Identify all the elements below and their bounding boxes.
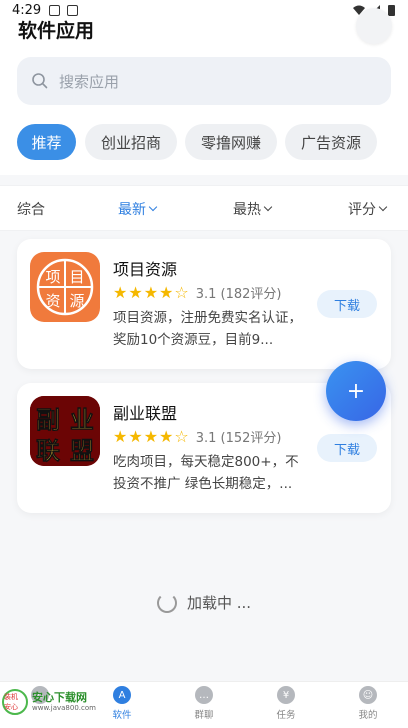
star-icon: ★ bbox=[128, 282, 143, 302]
icon-char: 盟 bbox=[70, 436, 94, 465]
rating: ★ ★ ★ ★ ☆ 3.1 (182评分) bbox=[113, 283, 281, 302]
nav-item-apps[interactable]: A 软件 bbox=[92, 686, 152, 721]
notification-icon bbox=[67, 5, 78, 16]
search-input[interactable]: 搜索应用 bbox=[17, 57, 391, 105]
sort-bar bbox=[0, 185, 408, 231]
category-tab-earn[interactable]: 零撸网赚 bbox=[185, 124, 277, 160]
sort-label: 评分 bbox=[348, 202, 376, 218]
app-store-icon: A bbox=[113, 686, 131, 704]
download-button[interactable]: 下载 bbox=[317, 290, 377, 318]
sort-comprehensive[interactable]: 综合 bbox=[17, 199, 45, 219]
sort-rating[interactable]: 评分 bbox=[348, 199, 388, 219]
app-icon: 副 业 联 盟 bbox=[30, 396, 100, 466]
app-name: 项目资源 bbox=[113, 260, 178, 279]
icon-char: 项 bbox=[45, 268, 60, 286]
sort-label: 最热 bbox=[233, 202, 261, 218]
star-icon: ★ bbox=[143, 426, 159, 446]
star-icon: ★ bbox=[159, 426, 174, 446]
nav-label: 软件 bbox=[112, 710, 132, 721]
chat-icon: … bbox=[195, 686, 213, 704]
category-tab-ads[interactable]: 广告资源 bbox=[285, 124, 377, 160]
category-tab-recommend[interactable]: 推荐 bbox=[17, 124, 76, 160]
chevron-down-icon bbox=[148, 202, 158, 212]
sort-label: 最新 bbox=[118, 202, 146, 218]
rating: ★ ★ ★ ★ ☆ 3.1 (152评分) bbox=[113, 427, 281, 446]
rating-text: 3.1 (182评分) bbox=[195, 287, 282, 302]
add-fab-button[interactable]: + bbox=[326, 361, 386, 421]
profile-icon: ☺ bbox=[359, 686, 377, 704]
nav-item-profile[interactable]: ☺ 我的 bbox=[338, 686, 398, 721]
category-tab-business[interactable]: 创业招商 bbox=[85, 124, 177, 160]
spinner-icon bbox=[156, 592, 177, 613]
page-title: 软件应用 bbox=[18, 20, 95, 42]
nav-label: 我的 bbox=[358, 710, 378, 721]
icon-char: 资 bbox=[45, 292, 60, 310]
watermark-logo: 装机 安心 bbox=[2, 689, 28, 715]
rating-text: 3.1 (152评分) bbox=[195, 431, 282, 446]
watermark-title: 安心下载网 bbox=[32, 690, 87, 704]
download-button[interactable]: 下载 bbox=[317, 434, 377, 462]
app-name: 副业联盟 bbox=[113, 404, 178, 423]
star-icon: ★ bbox=[128, 426, 143, 446]
app-description: 吃肉项目，每天稳定800+，不投资不推广 绿色长期稳定，... bbox=[113, 454, 299, 492]
search-placeholder: 搜索应用 bbox=[59, 72, 120, 91]
sort-hottest[interactable]: 最热 bbox=[233, 199, 273, 219]
notification-icon bbox=[49, 5, 60, 16]
star-outline-icon: ☆ bbox=[174, 282, 189, 302]
nav-item-chat[interactable]: … 群聊 bbox=[174, 686, 234, 721]
avatar[interactable] bbox=[356, 8, 392, 44]
star-icon: ★ bbox=[113, 282, 128, 302]
icon-char: 副 bbox=[36, 405, 60, 434]
app-icon: 项 目 资 源 bbox=[30, 252, 100, 322]
nav-label: 群聊 bbox=[194, 710, 214, 721]
chevron-down-icon bbox=[263, 202, 273, 212]
icon-char: 源 bbox=[69, 292, 84, 310]
search-icon bbox=[32, 73, 48, 89]
icon-char: 业 bbox=[70, 405, 94, 434]
plus-icon: + bbox=[346, 378, 366, 404]
sort-latest[interactable]: 最新 bbox=[118, 199, 158, 219]
loading-text: 加载中 ... bbox=[186, 594, 252, 612]
loading-indicator: 加载中 ... bbox=[0, 592, 408, 613]
chevron-down-icon bbox=[378, 202, 388, 212]
app-description: 项目资源，注册免费实名认证，奖励10个资源豆，目前9... bbox=[113, 310, 302, 348]
star-icon: ★ bbox=[159, 282, 174, 302]
task-icon: ¥ bbox=[277, 686, 295, 704]
watermark-url: www.java800.com bbox=[32, 703, 96, 712]
icon-char: 目 bbox=[69, 268, 84, 286]
sort-label: 综合 bbox=[17, 202, 45, 218]
star-outline-icon: ☆ bbox=[174, 426, 189, 446]
app-card[interactable]: 项 目 资 源 项目资源 ★ ★ ★ ★ ☆ 3.1 (182评分) 项目资源，… bbox=[17, 239, 391, 369]
nav-item-tasks[interactable]: ¥ 任务 bbox=[256, 686, 316, 721]
star-icon: ★ bbox=[143, 282, 159, 302]
nav-label: 任务 bbox=[276, 710, 296, 721]
icon-char: 联 bbox=[36, 436, 60, 465]
watermark: 装机 安心 安心下载网 www.java800.com bbox=[2, 689, 96, 715]
star-icon: ★ bbox=[113, 426, 128, 446]
